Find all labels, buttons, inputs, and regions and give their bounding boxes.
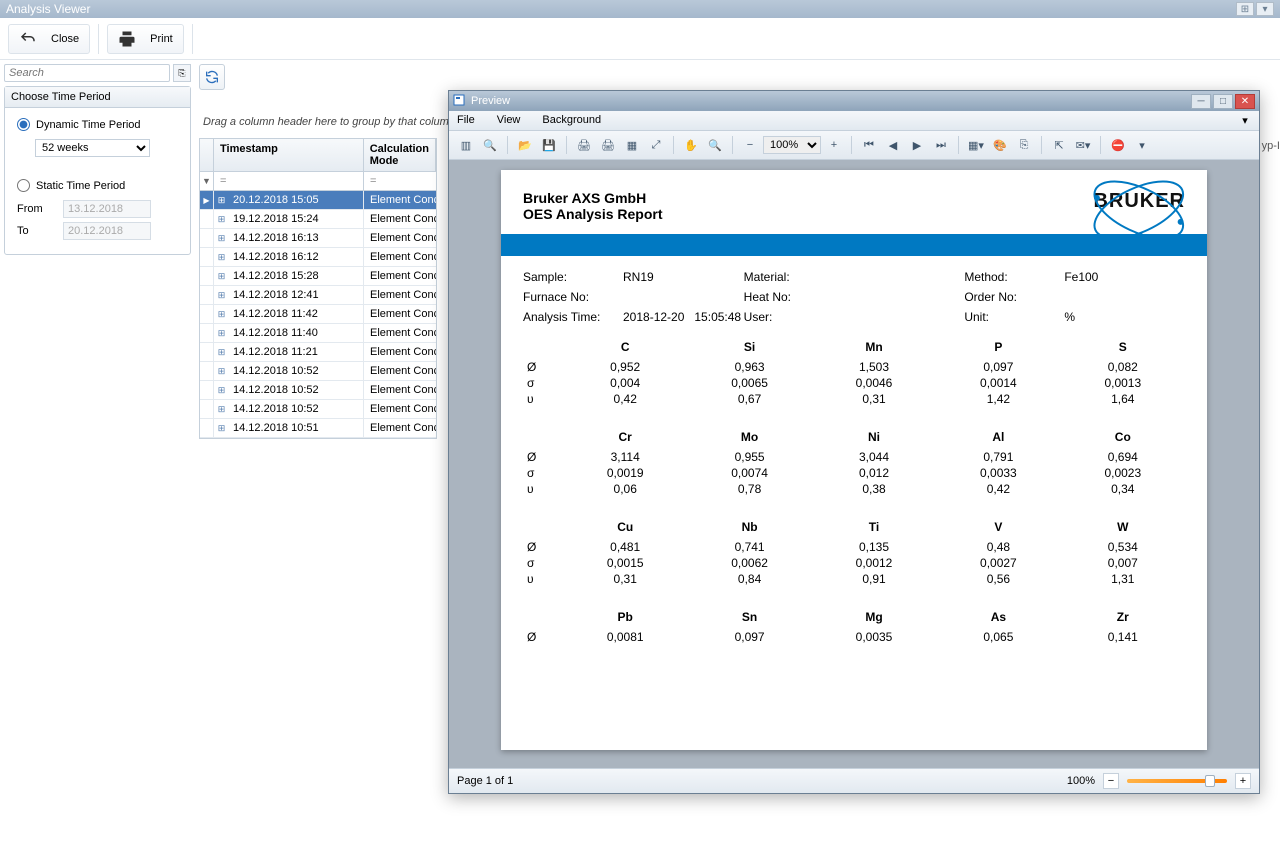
table-row[interactable]: ⊞19.12.2018 15:24Element Concer — [200, 210, 436, 229]
email-icon[interactable]: ✉▾ — [1072, 134, 1094, 156]
preview-content[interactable]: Bruker AXS GmbH OES Analysis Report BRUK… — [449, 160, 1259, 768]
report-page: Bruker AXS GmbH OES Analysis Report BRUK… — [501, 170, 1207, 750]
to-date-input[interactable] — [63, 222, 151, 240]
maximize-button[interactable]: □ — [1213, 94, 1233, 109]
dynamic-label: Dynamic Time Period — [36, 119, 141, 131]
menu-background[interactable]: Background — [542, 114, 601, 127]
multipage-icon[interactable]: ▦▾ — [965, 134, 987, 156]
bruker-logo: BRUKER — [1093, 190, 1185, 213]
preview-icon — [453, 94, 467, 108]
zoom-plus-button[interactable]: + — [1235, 773, 1251, 789]
table-row[interactable]: ⊞14.12.2018 12:41Element Concer — [200, 286, 436, 305]
selector-column[interactable] — [200, 139, 214, 171]
quick-print-icon[interactable]: 🖨 — [597, 134, 619, 156]
preview-window: Preview ─ □ ✕ File View Background ▾ ▥ 🔍… — [448, 90, 1260, 794]
dynamic-radio-input[interactable] — [17, 118, 30, 131]
table-row[interactable]: ⊞14.12.2018 10:51Element Concer — [200, 419, 436, 438]
stop-icon[interactable]: ⛔ — [1107, 134, 1129, 156]
close-button[interactable]: Close — [8, 24, 90, 54]
save-icon[interactable]: 💾 — [538, 134, 560, 156]
print-button[interactable]: Print — [107, 24, 184, 54]
scale-icon[interactable]: ⤢ — [645, 134, 667, 156]
from-label: From — [17, 203, 53, 215]
static-radio-input[interactable] — [17, 179, 30, 192]
right-edge-text: yp-I — [1262, 140, 1280, 152]
printer-icon — [118, 30, 136, 48]
calc-filter[interactable]: = — [364, 172, 436, 190]
zoom-slider[interactable] — [1127, 779, 1227, 783]
back-arrow-icon — [19, 30, 37, 48]
print-label: Print — [150, 33, 173, 45]
close-window-button[interactable]: ✕ — [1235, 94, 1255, 109]
toolbar-overflow-icon[interactable]: ▾ — [1131, 134, 1153, 156]
calc-column-header[interactable]: Calculation Mode — [364, 139, 436, 171]
zoom-out-icon[interactable]: − — [739, 134, 761, 156]
thumbnails-icon[interactable]: ▥ — [455, 134, 477, 156]
table-row[interactable]: ⊞14.12.2018 15:28Element Concer — [200, 267, 436, 286]
preview-toolbar: ▥ 🔍 📂 💾 🖨 🖨 ▦ ⤢ ✋ 🔍 − 100% + ⏮ ◀ ▶ ⏭ ▦▾ … — [449, 131, 1259, 160]
close-label: Close — [51, 33, 79, 45]
minimize-button[interactable]: ─ — [1191, 94, 1211, 109]
menu-dropdown-icon[interactable]: ▾ — [1239, 114, 1251, 127]
app-title: Analysis Viewer — [6, 2, 90, 16]
page-setup-icon[interactable]: ▦ — [621, 134, 643, 156]
watermark-icon[interactable]: ⎘ — [1013, 134, 1035, 156]
search-icon[interactable]: 🔍 — [479, 134, 501, 156]
table-row[interactable]: ⊞14.12.2018 10:52Element Concer — [200, 381, 436, 400]
search-options-button[interactable]: ⎘ — [173, 64, 191, 82]
filter-icon[interactable]: ▼ — [200, 172, 214, 190]
first-page-icon[interactable]: ⏮ — [858, 134, 880, 156]
export-icon[interactable]: ⇱ — [1048, 134, 1070, 156]
dynamic-period-radio[interactable]: Dynamic Time Period — [17, 118, 178, 131]
magnifier-icon[interactable]: 🔍 — [704, 134, 726, 156]
sidebar: ⎘ Choose Time Period Dynamic Time Period… — [0, 60, 195, 851]
zoom-in-icon[interactable]: + — [823, 134, 845, 156]
report-title: OES Analysis Report — [523, 206, 663, 222]
element-table: CSiMnPSØ0,9520,9631,5030,0970,082σ0,0040… — [523, 340, 1185, 644]
main-toolbar: Close Print — [0, 18, 1280, 60]
report-meta: Sample:RN19 Material: Method:Fe100 Furna… — [523, 270, 1185, 324]
time-period-header: Choose Time Period — [5, 87, 190, 108]
chevron-down-icon[interactable]: ▾ — [1256, 2, 1274, 16]
preview-statusbar: Page 1 of 1 100% − + — [449, 768, 1259, 793]
color-icon[interactable]: 🎨 — [989, 134, 1011, 156]
table-row[interactable]: ⊞14.12.2018 11:42Element Concer — [200, 305, 436, 324]
footer-zoom-label: 100% — [1067, 775, 1095, 787]
menu-view[interactable]: View — [497, 114, 521, 127]
table-row[interactable]: ⊞14.12.2018 11:21Element Concer — [200, 343, 436, 362]
menu-file[interactable]: File — [457, 114, 475, 127]
from-date-input[interactable] — [63, 200, 151, 218]
print-icon[interactable]: 🖨 — [573, 134, 595, 156]
timestamp-column-header[interactable]: Timestamp — [214, 139, 364, 171]
timestamp-filter[interactable]: = — [214, 172, 364, 190]
next-page-icon[interactable]: ▶ — [906, 134, 928, 156]
hand-icon[interactable]: ✋ — [680, 134, 702, 156]
table-row[interactable]: ▶⊞20.12.2018 15:05Element Concer — [200, 191, 436, 210]
weeks-select[interactable]: 52 weeks — [35, 139, 150, 157]
prev-page-icon[interactable]: ◀ — [882, 134, 904, 156]
static-period-radio[interactable]: Static Time Period — [17, 179, 178, 192]
table-row[interactable]: ⊞14.12.2018 10:52Element Concer — [200, 362, 436, 381]
table-row[interactable]: ⊞14.12.2018 16:12Element Concer — [200, 248, 436, 267]
preview-title: Preview — [471, 95, 510, 107]
table-row[interactable]: ⊞14.12.2018 11:40Element Concer — [200, 324, 436, 343]
app-titlebar: Analysis Viewer ⊞ ▾ — [0, 0, 1280, 18]
table-row[interactable]: ⊞14.12.2018 10:52Element Concer — [200, 400, 436, 419]
preview-titlebar[interactable]: Preview ─ □ ✕ — [449, 91, 1259, 111]
zoom-select[interactable]: 100% — [763, 136, 821, 154]
static-label: Static Time Period — [36, 180, 125, 192]
last-page-icon[interactable]: ⏭ — [930, 134, 952, 156]
refresh-button[interactable] — [199, 64, 225, 90]
results-grid: Timestamp Calculation Mode ▼ = = ▶⊞20.12… — [199, 138, 437, 439]
page-status: Page 1 of 1 — [457, 775, 513, 787]
to-label: To — [17, 225, 53, 237]
preview-menu: File View Background ▾ — [449, 111, 1259, 131]
table-row[interactable]: ⊞14.12.2018 16:13Element Concer — [200, 229, 436, 248]
open-icon[interactable]: 📂 — [514, 134, 536, 156]
report-company: Bruker AXS GmbH — [523, 190, 663, 206]
zoom-minus-button[interactable]: − — [1103, 773, 1119, 789]
grid-options-icon[interactable]: ⊞ — [1236, 2, 1254, 16]
search-input[interactable] — [4, 64, 170, 82]
time-period-panel: Choose Time Period Dynamic Time Period 5… — [4, 86, 191, 255]
